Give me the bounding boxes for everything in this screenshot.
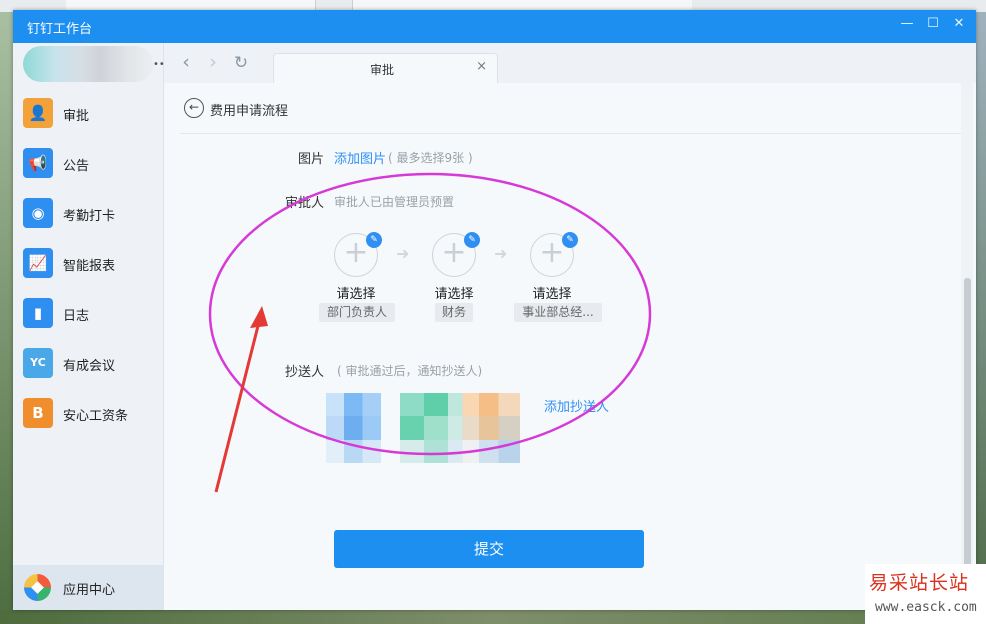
flow-arrow-icon: ➜ xyxy=(396,244,410,263)
approver-2-role: 财务 xyxy=(435,303,473,322)
sidebar-item-approval[interactable]: 👤 审批 xyxy=(13,92,164,134)
minimize-icon[interactable]: — xyxy=(898,16,916,31)
sidebar-item-label: 日志 xyxy=(63,309,90,324)
meeting-icon: YC xyxy=(23,348,53,378)
cc-person-avatar[interactable] xyxy=(400,393,520,463)
approver-3-select[interactable]: 请选择 xyxy=(507,283,597,302)
sidebar-item-announcement[interactable]: 📢 公告 xyxy=(13,142,164,184)
add-image-link[interactable]: 添加图片 xyxy=(334,148,386,167)
page-title: 费用申请流程 xyxy=(210,104,289,119)
refresh-icon[interactable]: ↻ xyxy=(230,53,252,73)
scrollbar-thumb[interactable] xyxy=(964,278,971,578)
sidebar-item-report[interactable]: 📈 智能报表 xyxy=(13,242,164,284)
cc-hint: ( 审批通过后，通知抄送人) xyxy=(337,364,483,378)
maximize-icon[interactable]: ☐ xyxy=(924,16,942,31)
payslip-icon: B xyxy=(23,398,53,428)
back-icon[interactable]: ‹ xyxy=(175,51,197,73)
window-title: 钉钉工作台 xyxy=(27,22,93,37)
flow-arrow-icon: ➜ xyxy=(494,244,508,263)
sidebar-item-label: 审批 xyxy=(63,109,90,124)
title-bar: 钉钉工作台 — ☐ ✕ xyxy=(13,10,976,43)
sidebar-item-log[interactable]: ▮ 日志 xyxy=(13,292,164,334)
sidebar-item-meeting[interactable]: YC 有成会议 xyxy=(13,342,164,384)
desktop-background-left xyxy=(0,12,13,624)
desktop-background-right xyxy=(976,12,986,624)
site-watermark: 易采站长站 www.easck.com xyxy=(865,564,986,624)
announcement-icon: 📢 xyxy=(23,148,53,178)
close-icon[interactable]: ✕ xyxy=(950,16,968,31)
back-arrow-icon[interactable]: ← xyxy=(184,98,204,118)
forward-icon[interactable]: › xyxy=(202,51,224,73)
submit-button[interactable]: 提交 xyxy=(334,530,644,568)
cc-person-avatar[interactable] xyxy=(326,393,381,463)
form-content: ← 费用申请流程 图片 添加图片 ( 最多选择9张 ) 审批人 审批人已由管理员… xyxy=(164,83,976,610)
close-tab-icon[interactable]: × xyxy=(476,59,487,74)
log-icon: ▮ xyxy=(23,298,53,328)
divider xyxy=(180,133,967,134)
approver-hint: 审批人已由管理员预置 xyxy=(334,195,455,209)
approver-2-select[interactable]: 请选择 xyxy=(409,283,499,302)
sidebar-item-attendance[interactable]: ◉ 考勤打卡 xyxy=(13,192,164,234)
report-icon: 📈 xyxy=(23,248,53,278)
browser-navbar: ‹ › ↻ 审批 × xyxy=(164,43,976,83)
sidebar-item-label: 应用中心 xyxy=(63,583,116,598)
approval-icon: 👤 xyxy=(23,98,53,128)
tab-approval[interactable]: 审批 × xyxy=(273,53,498,83)
edit-approver-2-icon[interactable]: ✎ xyxy=(464,232,480,248)
sidebar-item-app-center[interactable]: 应用中心 xyxy=(13,565,164,610)
approver-1-role: 部门负责人 xyxy=(319,303,395,322)
edit-approver-3-icon[interactable]: ✎ xyxy=(562,232,578,248)
watermark-url: www.easck.com xyxy=(875,600,977,615)
approver-3-role: 事业部总经... xyxy=(514,303,602,322)
attendance-icon: ◉ xyxy=(23,198,53,228)
avatar[interactable] xyxy=(23,46,153,82)
dingtalk-window: 钉钉工作台 — ☐ ✕ ••• 👤 审批 📢 公告 ◉ 考勤打卡 📈 智能报表 … xyxy=(13,10,976,610)
sidebar-item-label: 考勤打卡 xyxy=(63,209,116,224)
app-center-icon xyxy=(24,574,51,601)
sidebar-item-label: 智能报表 xyxy=(63,259,116,274)
sidebar: ••• 👤 审批 📢 公告 ◉ 考勤打卡 📈 智能报表 ▮ 日志 YC 有成会议… xyxy=(13,43,171,610)
edit-approver-1-icon[interactable]: ✎ xyxy=(366,232,382,248)
sidebar-item-label: 有成会议 xyxy=(63,359,116,374)
cc-label: 抄送人 xyxy=(285,365,325,380)
watermark-title: 易采站长站 xyxy=(869,572,970,594)
image-hint: ( 最多选择9张 ) xyxy=(388,151,473,165)
sidebar-item-label: 公告 xyxy=(63,159,90,174)
approver-1-select[interactable]: 请选择 xyxy=(311,283,401,302)
sidebar-item-payslip[interactable]: B 安心工资条 xyxy=(13,392,164,434)
approver-label: 审批人 xyxy=(285,196,325,211)
tab-label: 审批 xyxy=(370,63,395,77)
desktop-background-bottom xyxy=(0,610,986,624)
add-cc-link[interactable]: 添加抄送人 xyxy=(544,396,609,415)
sidebar-item-label: 安心工资条 xyxy=(63,409,129,424)
image-label: 图片 xyxy=(298,152,325,167)
